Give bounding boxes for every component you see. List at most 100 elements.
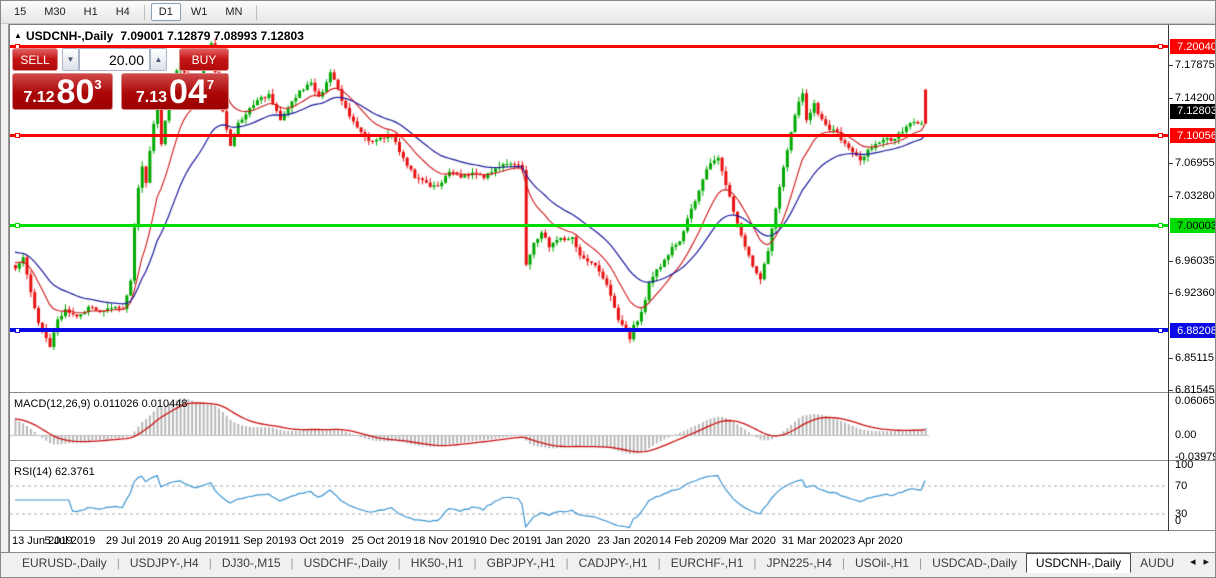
date-axis-label: 29 Jul 2019 — [105, 535, 163, 547]
price-level-badge: 6.88208 — [1170, 323, 1215, 339]
price-axis-tick — [1169, 65, 1173, 67]
price-axis-tick — [1169, 98, 1173, 100]
timeframe-mn[interactable]: MN — [217, 3, 250, 21]
price-axis-tick — [1169, 260, 1173, 262]
timeframe-h1[interactable]: H1 — [76, 3, 106, 21]
timeframe-toolbar: 15 M30 H1 H4 D1 W1 MN — [1, 1, 1215, 24]
date-axis-label: 23 Jan 2020 — [597, 535, 658, 547]
date-axis-label: 25 Oct 2019 — [351, 535, 412, 547]
tab-eurchfh1[interactable]: EURCHF-,H1 — [662, 554, 753, 572]
rsi-axis-tick-label: 70 — [1175, 480, 1188, 492]
price-level-badge: 7.20040 — [1170, 39, 1215, 54]
price-axis-line — [1168, 25, 1169, 531]
timeframe-h4[interactable]: H4 — [108, 3, 138, 21]
date-axis-label: 3 Oct 2019 — [290, 535, 345, 547]
tab-usdchfdaily[interactable]: USDCHF-,Daily — [295, 554, 397, 572]
tab-separator: | — [116, 556, 120, 570]
tab-separator: | — [657, 556, 661, 570]
sell-price-small: 7.12 — [23, 88, 55, 106]
rsi-axis-tick-label: 100 — [1175, 459, 1194, 471]
tab-usdcaddaily[interactable]: USDCAD-,Daily — [923, 554, 1026, 572]
macd-axis-tick-label: 0.00 — [1175, 429, 1197, 441]
rsi-indicator-label: RSI(14) 62.3761 — [14, 466, 95, 478]
volume-decrease-button[interactable]: ▼ — [62, 48, 79, 71]
line-handle-left[interactable] — [15, 133, 20, 139]
line-handle-right[interactable] — [1158, 223, 1163, 229]
buy-price-sup: 7 — [206, 77, 215, 92]
macd-indicator-label: MACD(12,26,9) 0.011026 0.010448 — [14, 398, 188, 410]
tab-gbpjpyh1[interactable]: GBPJPY-,H1 — [478, 554, 565, 572]
date-axis-label: 18 Nov 2019 — [413, 535, 476, 547]
horizontal-line-7.10056[interactable] — [10, 134, 1168, 138]
rsi-axis-tick-label: 0 — [1175, 515, 1182, 527]
buy-button[interactable]: BUY — [179, 48, 229, 71]
sell-price-panel[interactable]: 7.12 80 3 — [12, 73, 113, 110]
date-axis-label: 20 Aug 2019 — [167, 535, 230, 547]
tab-eurusddaily[interactable]: EURUSD-,Daily — [13, 554, 116, 572]
tab-scroll-left-icon[interactable]: ◂ — [1190, 555, 1196, 568]
tab-separator: | — [565, 556, 569, 570]
horizontal-line-6.88208[interactable] — [10, 328, 1168, 333]
line-handle-left[interactable] — [15, 223, 20, 229]
tab-separator: | — [753, 556, 757, 570]
rsi-canvas[interactable] — [10, 462, 1167, 530]
tab-separator: | — [473, 556, 477, 570]
tab-scrollers: ◂ ▸ — [1190, 555, 1209, 568]
tab-separator: | — [208, 556, 212, 570]
date-axis-label: 14 Feb 2020 — [658, 535, 721, 547]
timeframe-m30[interactable]: M30 — [36, 3, 73, 21]
horizontal-line-7.00003[interactable] — [10, 224, 1168, 228]
tab-scroll-right-icon[interactable]: ▸ — [1203, 555, 1209, 568]
line-handle-left[interactable] — [15, 328, 20, 334]
price-level-badge: 7.10056 — [1170, 128, 1215, 144]
toolbar-separator — [256, 4, 258, 20]
chart-ohlc-values: 7.09001 7.12879 7.08993 7.12803 — [120, 29, 304, 43]
line-handle-right[interactable] — [1158, 133, 1163, 139]
tab-dj30m15[interactable]: DJ30-,M15 — [213, 554, 290, 572]
price-axis-tick — [1169, 162, 1173, 164]
date-axis-label: 5 Jul 2019 — [44, 535, 96, 547]
tab-separator: | — [841, 556, 845, 570]
price-axis-tick-label: 7.06955 — [1175, 156, 1215, 169]
line-handle-right[interactable] — [1158, 44, 1163, 49]
sell-button[interactable]: SELL — [12, 48, 58, 71]
timeframe-d1[interactable]: D1 — [150, 3, 181, 21]
date-axis-label: 10 Dec 2019 — [474, 535, 537, 547]
price-axis-tick-label: 6.96035 — [1175, 254, 1215, 267]
buy-price-panel[interactable]: 7.13 04 7 — [121, 73, 229, 110]
buy-price-small: 7.13 — [135, 88, 168, 106]
price-axis-tick — [1169, 389, 1173, 391]
tab-audu[interactable]: AUDU — [1131, 554, 1183, 572]
price-axis-tick-label: 6.92360 — [1175, 287, 1215, 300]
date-axis-label: 23 Apr 2020 — [843, 535, 903, 547]
symbol-tab-bar: EURUSD-,Daily | USDJPY-,H4 | DJ30-,M15 | USDCH… — [1, 552, 1215, 573]
tab-usdjpyh4[interactable]: USDJPY-,H4 — [121, 554, 208, 572]
current-price-badge: 7.12803 — [1170, 103, 1215, 119]
tab-jpn225h4[interactable]: JPN225-,H4 — [758, 554, 841, 572]
tab-usoilh1[interactable]: USOil-,H1 — [846, 554, 918, 572]
sell-price-sup: 3 — [94, 77, 102, 92]
sell-price-big: 80 — [56, 72, 95, 111]
chart-symbol-label: USDCNH-,Daily — [26, 29, 114, 43]
tab-hk50h1[interactable]: HK50-,H1 — [402, 554, 473, 572]
pane-separator-macd[interactable] — [10, 392, 1215, 394]
volume-increase-button[interactable]: ▲ — [150, 48, 167, 71]
date-axis-label: 11 Sep 2019 — [228, 535, 291, 547]
line-handle-right[interactable] — [1158, 328, 1163, 334]
price-level-badge: 7.00003 — [1170, 218, 1215, 234]
timeframe-15[interactable]: 15 — [6, 3, 34, 21]
price-axis-tick-label: 7.03280 — [1175, 189, 1215, 202]
chart-title: USDCNH-,Daily 7.09001 7.12879 7.08993 7.1… — [26, 29, 304, 43]
price-axis-tick-label: 7.17875 — [1175, 59, 1215, 72]
pane-separator-rsi[interactable] — [10, 460, 1215, 462]
tab-separator: | — [397, 556, 401, 570]
tab-cadjpyh1[interactable]: CADJPY-,H1 — [570, 554, 657, 572]
tab-usdcnhdaily[interactable]: USDCNH-,Daily — [1025, 552, 1132, 573]
one-click-collapse-icon[interactable]: ▲ — [14, 31, 22, 40]
buy-price-big: 04 — [169, 72, 207, 111]
macd-axis-tick-label: 0.060657 — [1175, 395, 1215, 408]
tab-separator: | — [290, 556, 294, 570]
timeframe-w1[interactable]: W1 — [183, 3, 216, 21]
volume-input[interactable] — [79, 48, 150, 71]
price-axis-tick — [1169, 195, 1173, 197]
